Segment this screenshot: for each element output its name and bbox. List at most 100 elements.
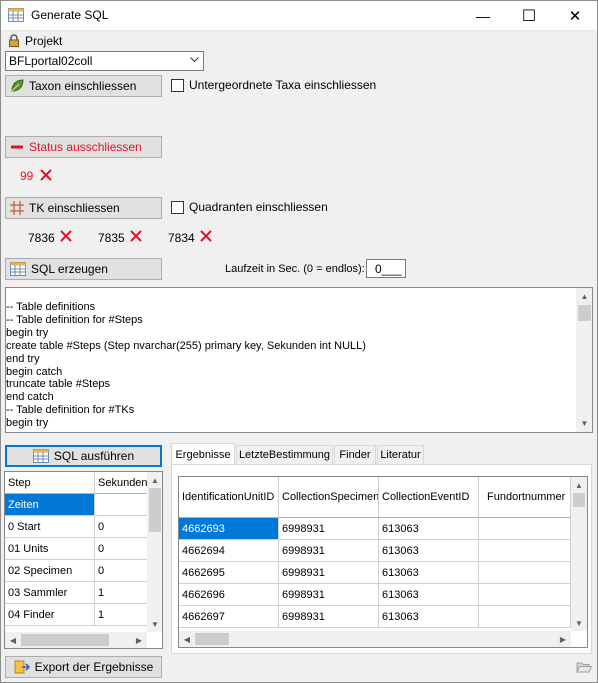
results-grid[interactable]: IdentificationUnitID CollectionSpecimen … xyxy=(178,476,588,648)
grid-cell[interactable]: 4662696 xyxy=(179,584,279,606)
column-header[interactable]: CollectionEventID xyxy=(379,477,479,518)
grid-cell[interactable]: 0 xyxy=(95,560,148,582)
app-icon xyxy=(8,8,24,22)
taxon-include-button[interactable]: Taxon einschliessen xyxy=(5,75,162,97)
grid-cell[interactable]: 01 Units xyxy=(5,538,95,560)
tk-include-label: TK einschliessen xyxy=(29,201,120,215)
grid-cell[interactable] xyxy=(479,518,571,540)
grid-cell[interactable] xyxy=(479,584,571,606)
laufzeit-input[interactable]: 0___ xyxy=(366,259,406,278)
untergeordnete-taxa-checkbox[interactable] xyxy=(171,79,184,92)
projekt-select[interactable]: BFLportal02coll xyxy=(5,51,204,71)
grid-cell[interactable]: 6998931 xyxy=(279,606,379,628)
grid-cell[interactable]: 1 xyxy=(95,582,148,604)
grid-cell[interactable] xyxy=(479,540,571,562)
status-exclude-label: Status ausschliessen xyxy=(29,140,142,154)
column-header[interactable]: CollectionSpecimen xyxy=(279,477,379,518)
grid-cell[interactable]: 613063 xyxy=(379,540,479,562)
sql-textarea[interactable]: -- Table definitions -- Table definition … xyxy=(5,287,593,433)
grid-cell[interactable]: 6998931 xyxy=(279,540,379,562)
grid-cell[interactable]: 0 xyxy=(95,516,148,538)
scroll-left-arrow[interactable]: ◀ xyxy=(179,631,195,647)
grid-cell[interactable]: 0 xyxy=(95,538,148,560)
tab-literatur[interactable]: Literatur xyxy=(377,445,424,464)
steps-hscrollbar[interactable]: ◀ ▶ xyxy=(5,632,147,648)
remove-tk-icon[interactable] xyxy=(199,229,213,243)
scroll-down-arrow[interactable]: ▼ xyxy=(576,415,592,432)
grid-cell[interactable] xyxy=(95,494,148,516)
status-exclude-button[interactable]: Status ausschliessen xyxy=(5,136,162,158)
steps-vscrollbar[interactable]: ▲ ▼ xyxy=(147,472,162,632)
scroll-up-arrow[interactable]: ▲ xyxy=(571,477,587,493)
tab-finder[interactable]: Finder xyxy=(334,445,376,464)
grid-cell[interactable] xyxy=(479,606,571,628)
scroll-thumb[interactable] xyxy=(573,493,585,507)
grid-cell[interactable] xyxy=(479,562,571,584)
remove-tk-icon[interactable] xyxy=(129,229,143,243)
scroll-left-arrow[interactable]: ◀ xyxy=(5,632,21,648)
grid-cell[interactable]: 4662695 xyxy=(179,562,279,584)
tk-item-value: 7834 xyxy=(168,231,195,245)
scroll-right-arrow[interactable]: ▶ xyxy=(131,632,147,648)
sql-line: create table #Steps (Step nvarchar(255) … xyxy=(6,339,366,352)
grid-cell[interactable]: 02 Specimen xyxy=(5,560,95,582)
column-header[interactable]: Fundortnummer xyxy=(479,477,571,518)
maximize-button[interactable]: ☐ xyxy=(506,0,552,31)
scroll-down-arrow[interactable]: ▼ xyxy=(147,616,162,632)
tab-ergebnisse[interactable]: Ergebnisse xyxy=(171,443,235,465)
scroll-up-arrow[interactable]: ▲ xyxy=(576,288,592,305)
export-results-button[interactable]: Export der Ergebnisse xyxy=(5,656,162,678)
scroll-thumb[interactable] xyxy=(195,633,229,645)
results-hscrollbar[interactable]: ◀ ▶ xyxy=(179,631,571,647)
tab-panel-ergebnisse: IdentificationUnitID CollectionSpecimen … xyxy=(171,464,592,654)
quadranten-checkbox[interactable] xyxy=(171,201,184,214)
grid-cell[interactable]: 0 Start xyxy=(5,516,95,538)
column-header-sekunden[interactable]: Sekunden xyxy=(95,472,148,494)
grid-cell[interactable]: 1 xyxy=(95,604,148,626)
scroll-down-arrow[interactable]: ▼ xyxy=(571,615,587,631)
grid-cell[interactable]: Zeiten xyxy=(5,494,95,516)
grid-cell[interactable]: 04 Finder xyxy=(5,604,95,626)
grid-cell[interactable]: 613063 xyxy=(379,606,479,628)
grid-cell[interactable]: 4662693 xyxy=(179,518,279,540)
scroll-right-arrow[interactable]: ▶ xyxy=(555,631,571,647)
lock-icon xyxy=(8,34,20,47)
sql-generate-button[interactable]: SQL erzeugen xyxy=(5,258,162,280)
scroll-up-arrow[interactable]: ▲ xyxy=(147,472,162,488)
grid-cell[interactable]: 6998931 xyxy=(279,518,379,540)
remove-tk-icon[interactable] xyxy=(59,229,73,243)
column-header[interactable]: IdentificationUnitID xyxy=(179,477,279,518)
grid-cell[interactable]: 4662697 xyxy=(179,606,279,628)
folder-open-icon[interactable] xyxy=(576,660,592,674)
results-vscrollbar[interactable]: ▲ ▼ xyxy=(571,477,587,631)
sql-execute-button[interactable]: SQL ausführen xyxy=(5,445,162,467)
grid-cell[interactable]: 6998931 xyxy=(279,562,379,584)
grid-cell[interactable]: 6998931 xyxy=(279,584,379,606)
status-item: 99 xyxy=(20,169,33,183)
tk-item-value: 7836 xyxy=(28,231,55,245)
grid-cell[interactable]: 613063 xyxy=(379,562,479,584)
scroll-thumb[interactable] xyxy=(149,488,161,532)
sql-scrollbar[interactable]: ▲ ▼ xyxy=(576,288,592,432)
steps-grid[interactable]: Step Sekunden Zeiten 0 Start 0 01 Units … xyxy=(4,471,163,649)
grid-cell[interactable]: 613063 xyxy=(379,518,479,540)
column-header-step[interactable]: Step xyxy=(5,472,95,494)
tab-letzte-bestimmung[interactable]: LetzteBestimmung xyxy=(236,445,333,464)
sql-line: -- Table definitions xyxy=(6,301,96,313)
close-button[interactable]: ✕ xyxy=(552,0,598,31)
scroll-thumb[interactable] xyxy=(578,305,591,321)
sql-line: end catch xyxy=(6,391,54,404)
grid-cell[interactable]: 4662694 xyxy=(179,540,279,562)
table-icon xyxy=(32,449,49,463)
grid-cell[interactable]: 03 Sammler xyxy=(5,582,95,604)
remove-status-icon[interactable] xyxy=(39,168,53,182)
tk-include-button[interactable]: TK einschliessen xyxy=(5,197,162,219)
untergeordnete-taxa-label[interactable]: Untergeordnete Taxa einschliessen xyxy=(189,78,376,92)
projekt-select-value: BFLportal02coll xyxy=(9,54,93,68)
grid-cell[interactable]: 613063 xyxy=(379,584,479,606)
sql-line: -- Table definition for #TKs xyxy=(6,404,135,417)
quadranten-label[interactable]: Quadranten einschliessen xyxy=(189,200,328,214)
minimize-button[interactable]: — xyxy=(460,0,506,31)
scroll-thumb[interactable] xyxy=(21,634,109,646)
sql-line: begin catch xyxy=(6,365,63,378)
